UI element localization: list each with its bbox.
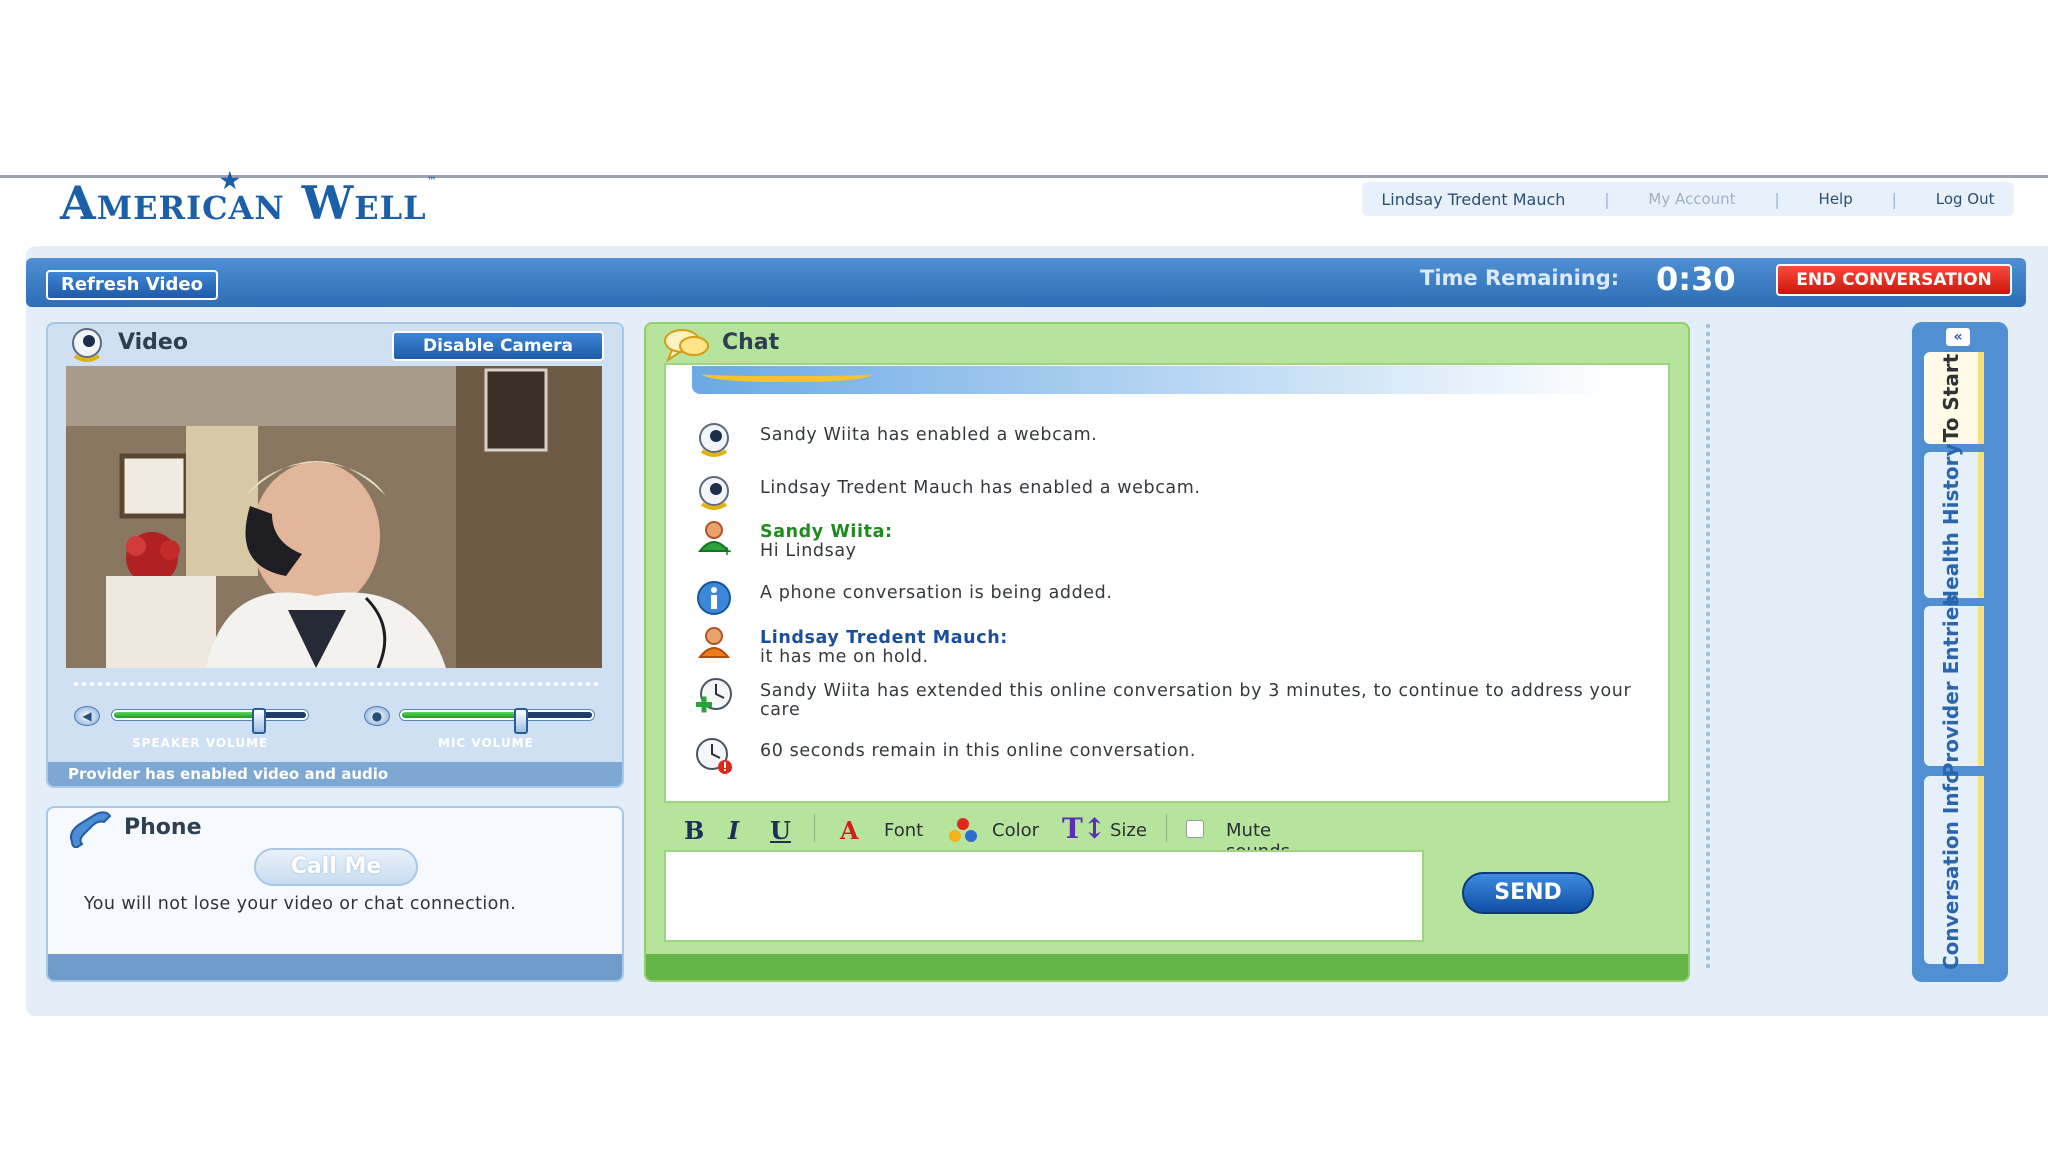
video-panel-title: Video [118,330,188,355]
chat-message-input[interactable] [664,850,1424,942]
color-palette-icon[interactable] [946,816,980,844]
logo-text: American Well [60,176,427,230]
format-separator [1166,814,1167,842]
phone-panel-footer [48,954,622,980]
chat-message-text: Hi Lindsay [760,541,857,561]
mute-sounds-checkbox[interactable] [1186,820,1204,838]
chat-panel-footer [646,954,1688,980]
tab-provider-entries-label: Provider Entries [1939,594,1963,778]
chat-message-text: Lindsay Tredent Mauch has enabled a webc… [760,478,1201,498]
chat-message-text: Sandy Wiita has extended this online con… [760,681,1632,720]
video-status-bar: Provider has enabled video and audio [48,762,622,786]
info-icon [697,581,731,615]
volume-divider [72,682,600,686]
american-well-logo: ★ American Well™ [60,168,438,230]
speaker-volume-control: ◀ SPEAKER VOLUME [74,706,310,750]
size-button[interactable]: Size [1110,820,1147,841]
refresh-video-button[interactable]: Refresh Video [46,270,218,300]
chat-sender-name: Lindsay Tredent Mauch: [760,628,1008,648]
color-button[interactable]: Color [992,820,1039,841]
provider-video-feed[interactable] [66,366,602,668]
italic-button[interactable]: I [728,816,739,845]
time-remaining-value: 0:30 [1656,260,1736,298]
tab-conversation-info-label: Conversation Info [1939,770,1963,970]
user-name: Lindsay Tredent Mauch [1381,189,1566,209]
clock-add-icon [696,678,732,713]
my-account-link[interactable]: My Account [1648,190,1735,208]
mic-volume-thumb[interactable] [514,708,528,734]
font-button[interactable]: Font [884,820,923,841]
webcam-icon [699,423,729,457]
provider-video-image [66,366,602,668]
nav-separator: | [1774,189,1780,209]
help-link[interactable]: Help [1819,190,1853,208]
provider-avatar-icon: + [697,521,733,557]
chat-panel-title: Chat [722,330,780,355]
chat-sender-name: Sandy Wiita: [760,522,893,542]
phone-panel-title: Phone [124,815,202,840]
log-out-link[interactable]: Log Out [1936,190,1995,208]
user-navigation: Lindsay Tredent Mauch | My Account | Hel… [1362,182,2014,216]
mic-volume-remaining [522,712,592,718]
logo-star-icon: ★ [220,168,241,194]
chat-message-body: Sandy Wiita: Hi Lindsay [760,523,1640,561]
app-window: ★ American Well™ Lindsay Tredent Mauch |… [0,0,2048,1152]
font-icon[interactable]: A [840,816,859,845]
speaker-volume-remaining [260,712,306,718]
webcam-icon [699,476,729,510]
microphone-icon: ● [364,706,390,726]
panel-divider [1706,322,1710,970]
chat-message-text: it has me on hold. [760,647,929,667]
chat-message-text: A phone conversation is being added. [760,583,1113,603]
phone-handset-icon [70,811,112,848]
time-remaining-label: Time Remaining: [1420,266,1620,290]
chat-banner [692,366,1612,394]
svg-text:+: + [722,544,733,557]
end-conversation-button[interactable]: END CONVERSATION [1776,264,2012,296]
banner-sun-graphic [702,362,872,382]
phone-note: You will not lose your video or chat con… [84,894,517,914]
tab-health-history[interactable]: Health History [1924,443,1984,607]
speaker-volume-thumb[interactable] [252,708,266,734]
trademark-mark: ™ [426,176,438,187]
text-size-icon[interactable]: T↕ [1062,812,1106,845]
speaker-icon: ◀ [74,706,100,726]
format-separator [814,814,815,842]
collapse-tabs-icon[interactable]: « [1946,328,1970,346]
webcam-icon [72,328,102,362]
tab-provider-entries[interactable]: Provider Entries [1924,595,1984,777]
tab-to-start[interactable]: To Start [1924,352,1984,444]
tab-health-history-label: Health History [1939,443,1963,607]
clock-alert-icon [696,738,732,774]
mic-volume-label: MIC VOLUME [438,736,534,750]
chat-message-text: Sandy Wiita has enabled a webcam. [760,425,1098,445]
chat-message-text: 60 seconds remain in this online convers… [760,741,1197,761]
patient-avatar-icon [697,627,731,658]
send-button[interactable]: SEND [1462,872,1594,914]
call-me-button[interactable]: Call Me [254,848,418,886]
nav-separator: | [1604,189,1610,209]
mic-volume-slider[interactable] [400,708,594,734]
underline-button[interactable]: U [770,816,791,845]
nav-separator: | [1891,189,1897,209]
chat-bubbles-icon [664,329,709,362]
mic-volume-control: ● MIC VOLUME [364,706,596,750]
chat-message-body: Lindsay Tredent Mauch: it has me on hold… [760,629,1640,667]
bold-button[interactable]: B [684,816,704,845]
tab-conversation-info[interactable]: Conversation Info [1924,770,1984,970]
disable-camera-button[interactable]: Disable Camera [392,331,604,361]
speaker-volume-label: SPEAKER VOLUME [132,736,269,750]
tab-to-start-label: To Start [1939,353,1963,443]
speaker-volume-slider[interactable] [112,708,308,734]
